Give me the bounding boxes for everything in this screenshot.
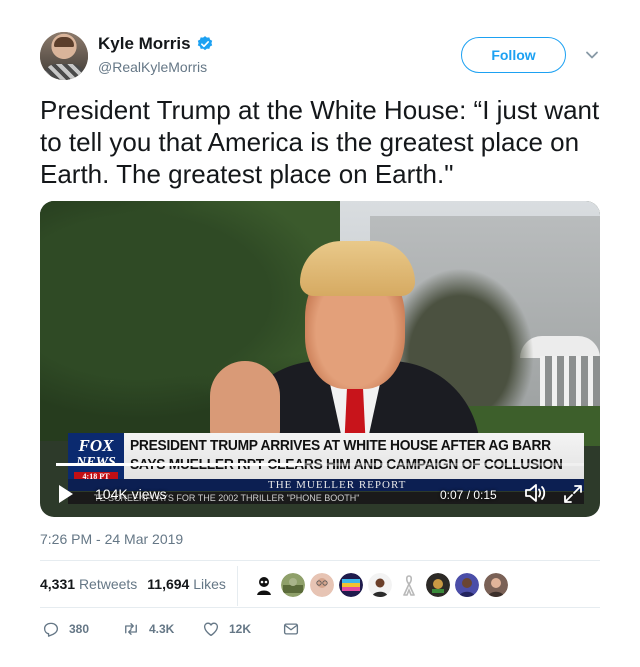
tweet-stats: 4,331 Retweets 11,694 Likes — [40, 576, 226, 592]
author-name-row[interactable]: Kyle Morris — [98, 34, 214, 54]
fullscreen-icon[interactable] — [562, 483, 584, 505]
retweet-icon — [125, 623, 137, 635]
volume-icon[interactable] — [524, 482, 548, 504]
stats-separator — [237, 566, 238, 606]
avatar[interactable] — [40, 32, 88, 80]
liker-avatar[interactable] — [426, 573, 450, 597]
tweet-text: President Trump at the White House: “I j… — [40, 95, 600, 189]
chevron-down-icon[interactable] — [584, 47, 600, 63]
fox-news-logo: FOX NEWS 4:18 PT — [68, 433, 124, 481]
like-count: 12K — [229, 622, 252, 636]
heart-icon — [203, 622, 219, 637]
video-progress-bar[interactable] — [56, 463, 584, 466]
author-info: Kyle Morris @RealKyleMorris — [98, 34, 214, 75]
author-handle[interactable]: @RealKyleMorris — [98, 59, 214, 75]
retweet-count: 4.3K — [149, 622, 175, 636]
video-player[interactable]: FOX NEWS 4:18 PT PRESIDENT TRUMP ARRIVES… — [40, 201, 600, 517]
video-views: 104K views — [95, 486, 167, 502]
liker-avatar[interactable] — [368, 573, 392, 597]
chyron-headline-1: PRESIDENT TRUMP ARRIVES AT WHITE HOUSE A… — [130, 437, 551, 454]
author-display-name[interactable]: Kyle Morris — [98, 34, 191, 54]
reply-button[interactable]: 380 — [42, 620, 122, 638]
liker-avatar[interactable] — [339, 573, 363, 597]
liker-avatar[interactable] — [397, 573, 421, 597]
like-button[interactable]: 12K — [202, 620, 282, 638]
video-time: 0:07 / 0:15 — [440, 488, 497, 502]
reply-icon — [43, 622, 59, 637]
divider — [40, 607, 600, 608]
video-progress-fill — [56, 463, 305, 466]
envelope-icon — [283, 623, 299, 635]
liker-avatar[interactable] — [455, 573, 479, 597]
direct-message-button[interactable] — [282, 620, 300, 638]
follow-button[interactable]: Follow — [461, 37, 566, 73]
play-icon[interactable] — [58, 484, 74, 504]
reply-count: 380 — [69, 622, 90, 636]
liker-avatars — [252, 573, 508, 597]
tweet-timestamp[interactable]: 7:26 PM - 24 Mar 2019 — [40, 531, 183, 547]
likes-stat[interactable]: 11,694 Likes — [147, 576, 226, 592]
tweet-header: Kyle Morris @RealKyleMorris Follow — [40, 32, 600, 82]
divider — [40, 560, 600, 561]
liker-avatar[interactable] — [252, 573, 276, 597]
liker-avatar[interactable] — [281, 573, 305, 597]
tweet-actions: 380 4.3K 12K — [42, 620, 300, 638]
retweet-button[interactable]: 4.3K — [122, 620, 202, 638]
news-chyron: FOX NEWS 4:18 PT PRESIDENT TRUMP ARRIVES… — [68, 433, 584, 481]
verified-badge-icon — [197, 36, 212, 51]
liker-avatar[interactable] — [310, 573, 334, 597]
liker-avatar[interactable] — [484, 573, 508, 597]
retweets-stat[interactable]: 4,331 Retweets — [40, 576, 137, 592]
